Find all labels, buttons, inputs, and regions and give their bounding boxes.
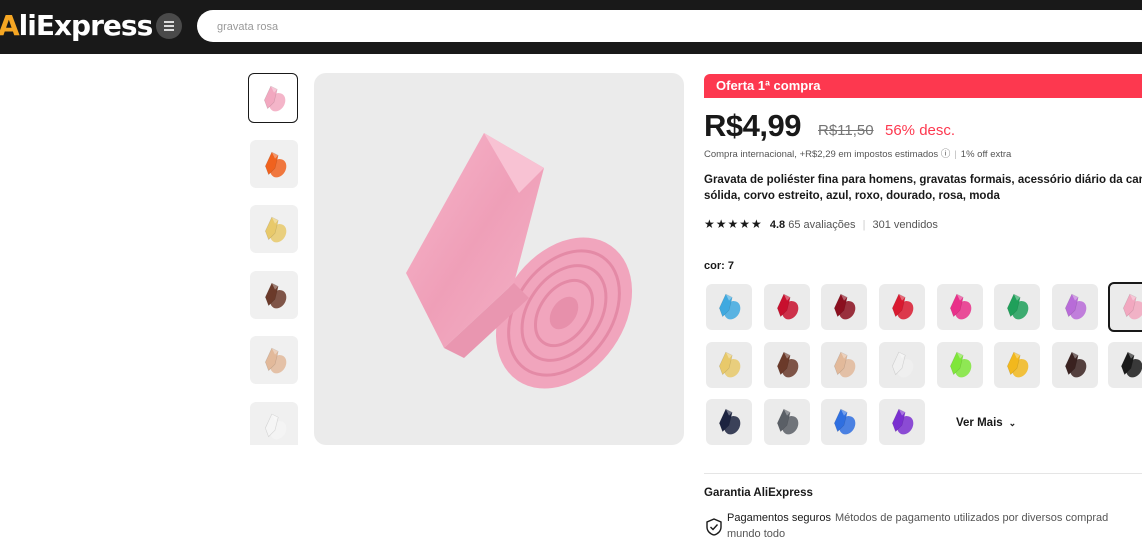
- divider: [704, 473, 1142, 474]
- color-swatch[interactable]: [994, 284, 1040, 330]
- see-more-button[interactable]: Ver Mais ⌄: [956, 417, 1016, 429]
- color-swatch[interactable]: [879, 342, 925, 388]
- thumbnail-white[interactable]: [250, 401, 298, 445]
- color-swatch[interactable]: [1108, 282, 1142, 332]
- shield-check-icon: [706, 518, 722, 536]
- product-title: Gravata de poliéster fina para homens, g…: [704, 174, 1142, 202]
- chevron-down-icon: ⌄: [1008, 418, 1017, 428]
- color-swatch[interactable]: [706, 399, 752, 445]
- color-swatch[interactable]: [1052, 342, 1098, 388]
- color-swatch[interactable]: [879, 284, 925, 330]
- color-swatch[interactable]: [937, 342, 983, 388]
- discount-label: 56% desc.: [885, 122, 956, 139]
- color-swatch[interactable]: [764, 284, 810, 330]
- main-product-image[interactable]: [314, 73, 684, 445]
- color-swatch[interactable]: [821, 342, 867, 388]
- rating-row: ★★★★★ 4.8 65 avaliações | 301 vendidos: [704, 217, 938, 231]
- top-header: AliExpress: [0, 0, 1142, 54]
- color-swatch[interactable]: [764, 342, 810, 388]
- rating-value: 4.8: [769, 219, 786, 231]
- color-label: cor: 7: [704, 260, 734, 272]
- extra-off-text: 1% off extra: [960, 149, 1012, 160]
- original-price: R$11,50: [818, 122, 874, 139]
- secure-payments: Pagamentos seguros Métodos de pagamento u…: [727, 512, 1109, 524]
- thumbnail-gold[interactable]: [250, 205, 298, 253]
- tax-note: Compra internacional, +R$2,29 em imposto…: [704, 149, 1012, 160]
- tax-note-text[interactable]: Compra internacional, +R$2,29 em imposto…: [704, 149, 950, 160]
- color-swatch[interactable]: [706, 342, 752, 388]
- color-swatch[interactable]: [937, 284, 983, 330]
- thumbnail-list: [248, 73, 300, 445]
- guarantee-title: Garantia AliExpress: [704, 487, 813, 499]
- thumbnail-beige[interactable]: [250, 336, 298, 384]
- color-swatch[interactable]: [764, 399, 810, 445]
- reviews-link[interactable]: 65 avaliações: [788, 219, 855, 231]
- color-swatch[interactable]: [879, 399, 925, 445]
- thumbnail-pink[interactable]: [248, 73, 298, 123]
- color-swatch[interactable]: [994, 342, 1040, 388]
- color-swatch[interactable]: [1108, 342, 1142, 388]
- aliexpress-logo[interactable]: AliExpress: [0, 9, 153, 42]
- menu-icon[interactable]: [156, 13, 182, 39]
- thumbnail-orange[interactable]: [250, 139, 298, 188]
- search-input[interactable]: [215, 10, 1119, 44]
- pink-tie-image: [406, 133, 633, 389]
- first-purchase-offer-badge: Oferta 1ª compra: [704, 74, 1142, 98]
- search-bar[interactable]: [197, 10, 1142, 44]
- current-price: R$4,99: [704, 108, 801, 143]
- color-swatch[interactable]: [706, 284, 752, 330]
- thumbnail-brown[interactable]: [250, 270, 298, 319]
- star-rating-icon: ★★★★★: [704, 217, 763, 231]
- sold-count: 301 vendidos: [872, 219, 938, 231]
- color-swatch[interactable]: [821, 399, 867, 445]
- secure-payments-line2: mundo todo: [727, 528, 786, 540]
- color-swatch[interactable]: [821, 284, 867, 330]
- color-swatch[interactable]: [1052, 284, 1098, 330]
